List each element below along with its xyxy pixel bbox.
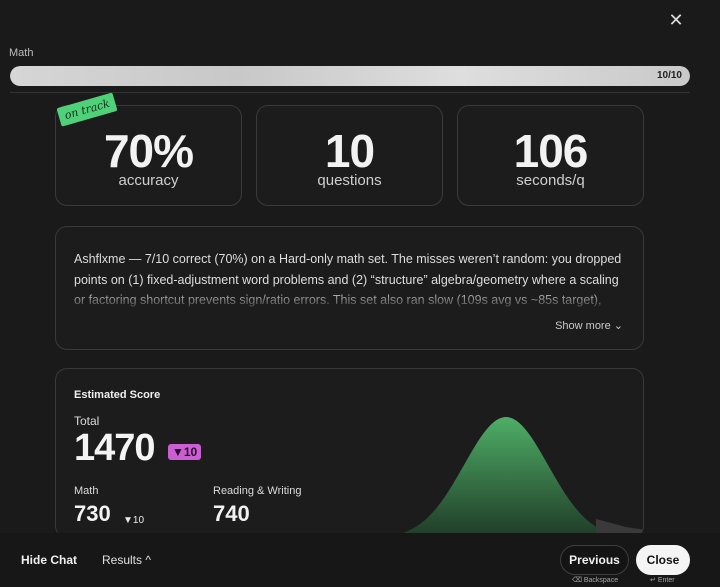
chevron-down-icon: ⌄	[613, 320, 623, 332]
estimated-score-card: Estimated Score Total 1470 ▼10 Math 730 …	[55, 368, 644, 538]
subject-label: Math	[9, 47, 34, 59]
results-toggle[interactable]: Results ^	[102, 553, 151, 567]
seconds-label: seconds/q	[516, 172, 585, 189]
show-more-button[interactable]: Show more ⌄	[555, 319, 623, 332]
accuracy-value: 70%	[103, 125, 194, 177]
rw-label: Reading & Writing	[213, 485, 302, 497]
rw-value: 740	[213, 501, 250, 526]
score-distribution-curve	[376, 417, 643, 538]
enter-hint-label: Enter	[657, 577, 675, 584]
close-button[interactable]: Close	[636, 545, 690, 575]
questions-value: 10	[324, 125, 375, 177]
math-label: Math	[74, 485, 99, 497]
progress-count: 10/10	[656, 70, 682, 81]
total-delta-badge: ▼10	[168, 444, 202, 460]
backspace-hint: ⌫ Backspace	[572, 577, 619, 584]
score-title: Estimated Score	[74, 389, 161, 401]
math-value: 730	[74, 501, 111, 526]
close-icon[interactable]: ✕	[666, 10, 686, 30]
total-label: Total	[74, 414, 100, 428]
questions-label: questions	[317, 172, 382, 189]
show-more-label: Show more	[555, 320, 611, 332]
progress-fill	[10, 66, 690, 86]
enter-hint: ↵ Enter	[650, 577, 675, 584]
progress-bar: 10/10	[10, 66, 690, 86]
curve-area	[376, 417, 596, 538]
summary-card: Ashflxme — 7/10 correct (70%) on a Hard-…	[55, 226, 644, 350]
seconds-card: 106 seconds/q	[457, 105, 644, 206]
accuracy-label: accuracy	[118, 172, 179, 189]
backspace-hint-label: Backspace	[583, 577, 619, 584]
hide-chat-button[interactable]: Hide Chat	[21, 553, 77, 567]
summary-fade	[74, 289, 624, 311]
total-value: 1470	[74, 427, 156, 469]
previous-button[interactable]: Previous	[560, 545, 629, 575]
questions-card: 10 questions	[256, 105, 443, 206]
bottom-bar: Hide Chat Results ^ Previous Close ⌫ Bac…	[0, 533, 720, 587]
seconds-value: 106	[513, 125, 589, 177]
math-delta: ▼10	[123, 515, 145, 526]
